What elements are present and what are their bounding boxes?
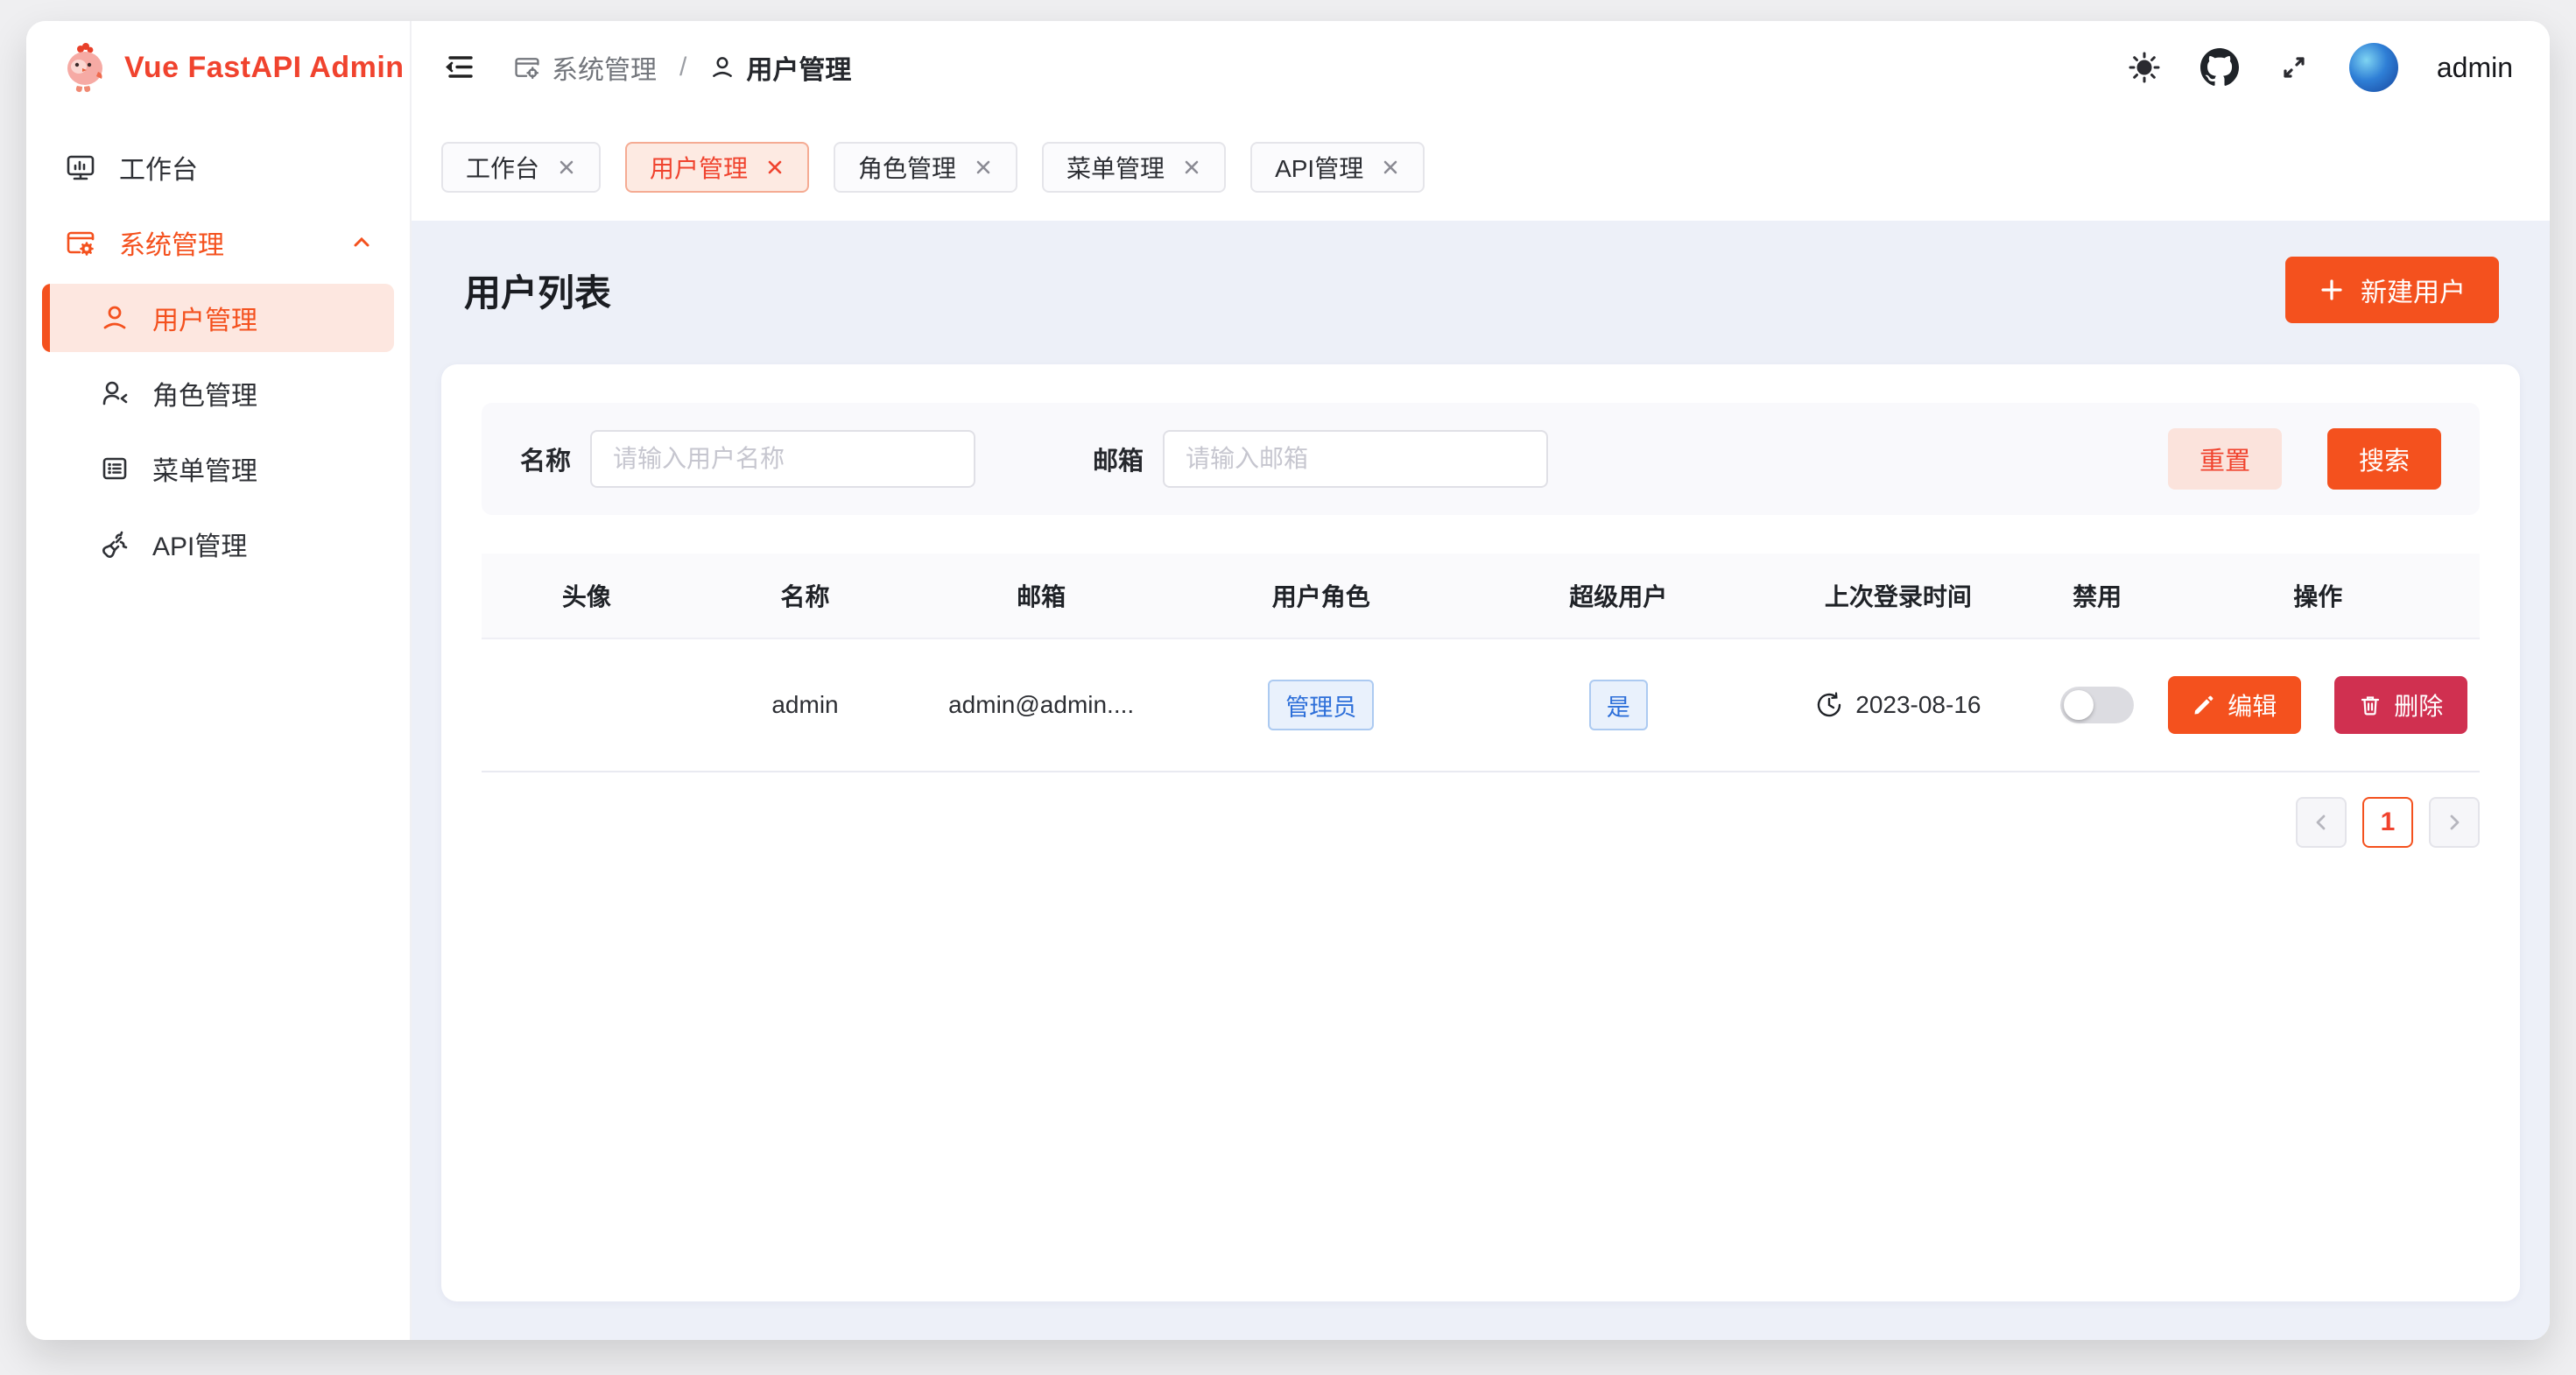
name-filter-label: 名称 xyxy=(520,441,571,477)
reset-button[interactable]: 重置 xyxy=(2168,428,2282,490)
window-gear-icon xyxy=(65,227,96,258)
tab-menus[interactable]: 菜单管理 xyxy=(1042,142,1226,193)
page-1-button[interactable]: 1 xyxy=(2362,797,2413,848)
user-table: 头像 名称 邮箱 用户角色 超级用户 上次登录时间 禁用 操作 admin ad… xyxy=(482,554,2480,772)
trash-icon xyxy=(2359,694,2382,716)
sidebar-item-label: 工作台 xyxy=(119,148,198,187)
cell-last-login: 2023-08-16 xyxy=(1758,691,2038,719)
topbar: 系统管理 / 用户管理 xyxy=(412,21,2550,114)
window-gear-icon xyxy=(513,53,541,81)
cell-email: admin@admin.... xyxy=(918,691,1164,719)
sidebar-item-menus[interactable]: 菜单管理 xyxy=(42,434,394,503)
pagination: 1 xyxy=(482,797,2480,848)
plus-icon xyxy=(2319,277,2345,303)
chevron-right-icon xyxy=(2444,812,2465,833)
breadcrumb-item-users[interactable]: 用户管理 xyxy=(709,48,851,87)
sidebar-item-workbench[interactable]: 工作台 xyxy=(42,133,394,201)
sidebar-item-label: 菜单管理 xyxy=(152,449,257,488)
content-area: 用户列表 新建用户 名称 邮箱 重置 搜索 xyxy=(412,221,2550,1340)
sidebar-item-system[interactable]: 系统管理 xyxy=(42,208,394,277)
search-button[interactable]: 搜索 xyxy=(2327,428,2441,490)
user-role-icon xyxy=(100,378,130,408)
prev-page-button[interactable] xyxy=(2296,797,2347,848)
sidebar-menu: 工作台 系统管理 xyxy=(26,114,410,597)
sidebar: Vue FastAPI Admin 工作台 xyxy=(26,21,412,1340)
close-icon[interactable] xyxy=(557,158,576,177)
menu-fold-icon[interactable] xyxy=(443,50,478,85)
chick-mascot-icon xyxy=(63,42,109,93)
delete-button[interactable]: 删除 xyxy=(2334,676,2467,734)
app-title: Vue FastAPI Admin xyxy=(124,51,405,85)
chevron-up-icon xyxy=(350,231,373,254)
user-avatar[interactable] xyxy=(2349,43,2398,92)
close-icon[interactable] xyxy=(1381,158,1400,177)
app-window: Vue FastAPI Admin 工作台 xyxy=(26,21,2550,1340)
col-email: 邮箱 xyxy=(918,578,1164,613)
col-avatar: 头像 xyxy=(482,578,692,613)
sidebar-item-users[interactable]: 用户管理 xyxy=(42,284,394,352)
col-disabled: 禁用 xyxy=(2038,578,2157,613)
sidebar-item-roles[interactable]: 角色管理 xyxy=(42,359,394,427)
cell-superuser: 是 xyxy=(1479,680,1759,730)
theme-sun-icon[interactable] xyxy=(2127,50,2162,85)
tab-roles[interactable]: 角色管理 xyxy=(834,142,1017,193)
sidebar-item-label: API管理 xyxy=(152,525,247,563)
disabled-toggle[interactable] xyxy=(2060,687,2134,723)
user-icon xyxy=(100,303,130,333)
next-page-button[interactable] xyxy=(2429,797,2480,848)
api-plug-icon xyxy=(100,529,130,559)
email-filter-input[interactable] xyxy=(1163,430,1548,488)
page-title: 用户列表 xyxy=(464,264,611,317)
table-row: admin admin@admin.... 管理员 是 xyxy=(482,639,2480,772)
close-icon[interactable] xyxy=(974,158,993,177)
clock-refresh-icon xyxy=(1815,691,1843,719)
github-icon[interactable] xyxy=(2200,48,2239,87)
tab-api[interactable]: API管理 xyxy=(1250,142,1425,193)
cell-role: 管理员 xyxy=(1164,680,1479,730)
table-header-row: 头像 名称 邮箱 用户角色 超级用户 上次登录时间 禁用 操作 xyxy=(482,554,2480,639)
tab-workbench[interactable]: 工作台 xyxy=(441,142,601,193)
sidebar-item-label: 用户管理 xyxy=(152,299,257,337)
tab-strip: 工作台 用户管理 角色管理 菜单管理 API管理 xyxy=(412,114,2550,221)
close-icon[interactable] xyxy=(1182,158,1201,177)
cell-name: admin xyxy=(692,691,919,719)
fullscreen-icon[interactable] xyxy=(2277,51,2311,84)
cell-disabled xyxy=(2038,687,2157,723)
email-filter-label: 邮箱 xyxy=(1093,441,1144,477)
sidebar-item-label: 系统管理 xyxy=(119,223,224,262)
superuser-tag: 是 xyxy=(1589,680,1648,730)
menu-list-icon xyxy=(100,454,130,483)
cell-actions: 编辑 删除 xyxy=(2156,676,2480,734)
col-actions: 操作 xyxy=(2156,578,2480,613)
username[interactable]: admin xyxy=(2437,52,2513,84)
user-icon xyxy=(709,54,735,81)
chevron-left-icon xyxy=(2311,812,2332,833)
breadcrumb: 系统管理 / 用户管理 xyxy=(513,48,851,87)
col-last-login: 上次登录时间 xyxy=(1758,578,2038,613)
name-filter-input[interactable] xyxy=(590,430,975,488)
edit-button[interactable]: 编辑 xyxy=(2168,676,2301,734)
col-name: 名称 xyxy=(692,578,919,613)
close-icon[interactable] xyxy=(765,158,785,177)
col-role: 用户角色 xyxy=(1164,578,1479,613)
search-panel: 名称 邮箱 重置 搜索 xyxy=(482,403,2480,515)
user-list-card: 名称 邮箱 重置 搜索 头像 名称 邮箱 用户角色 超级用户 xyxy=(441,364,2520,1301)
breadcrumb-item-system[interactable]: 系统管理 xyxy=(513,48,657,87)
sidebar-item-api[interactable]: API管理 xyxy=(42,510,394,578)
col-superuser: 超级用户 xyxy=(1479,578,1759,613)
new-user-button[interactable]: 新建用户 xyxy=(2285,257,2499,323)
tab-users[interactable]: 用户管理 xyxy=(625,142,809,193)
role-tag: 管理员 xyxy=(1268,680,1374,730)
breadcrumb-separator: / xyxy=(679,53,686,82)
sidebar-item-label: 角色管理 xyxy=(152,374,257,412)
logo[interactable]: Vue FastAPI Admin xyxy=(26,21,410,114)
monitor-icon xyxy=(65,152,96,183)
pencil-icon xyxy=(2192,694,2215,716)
